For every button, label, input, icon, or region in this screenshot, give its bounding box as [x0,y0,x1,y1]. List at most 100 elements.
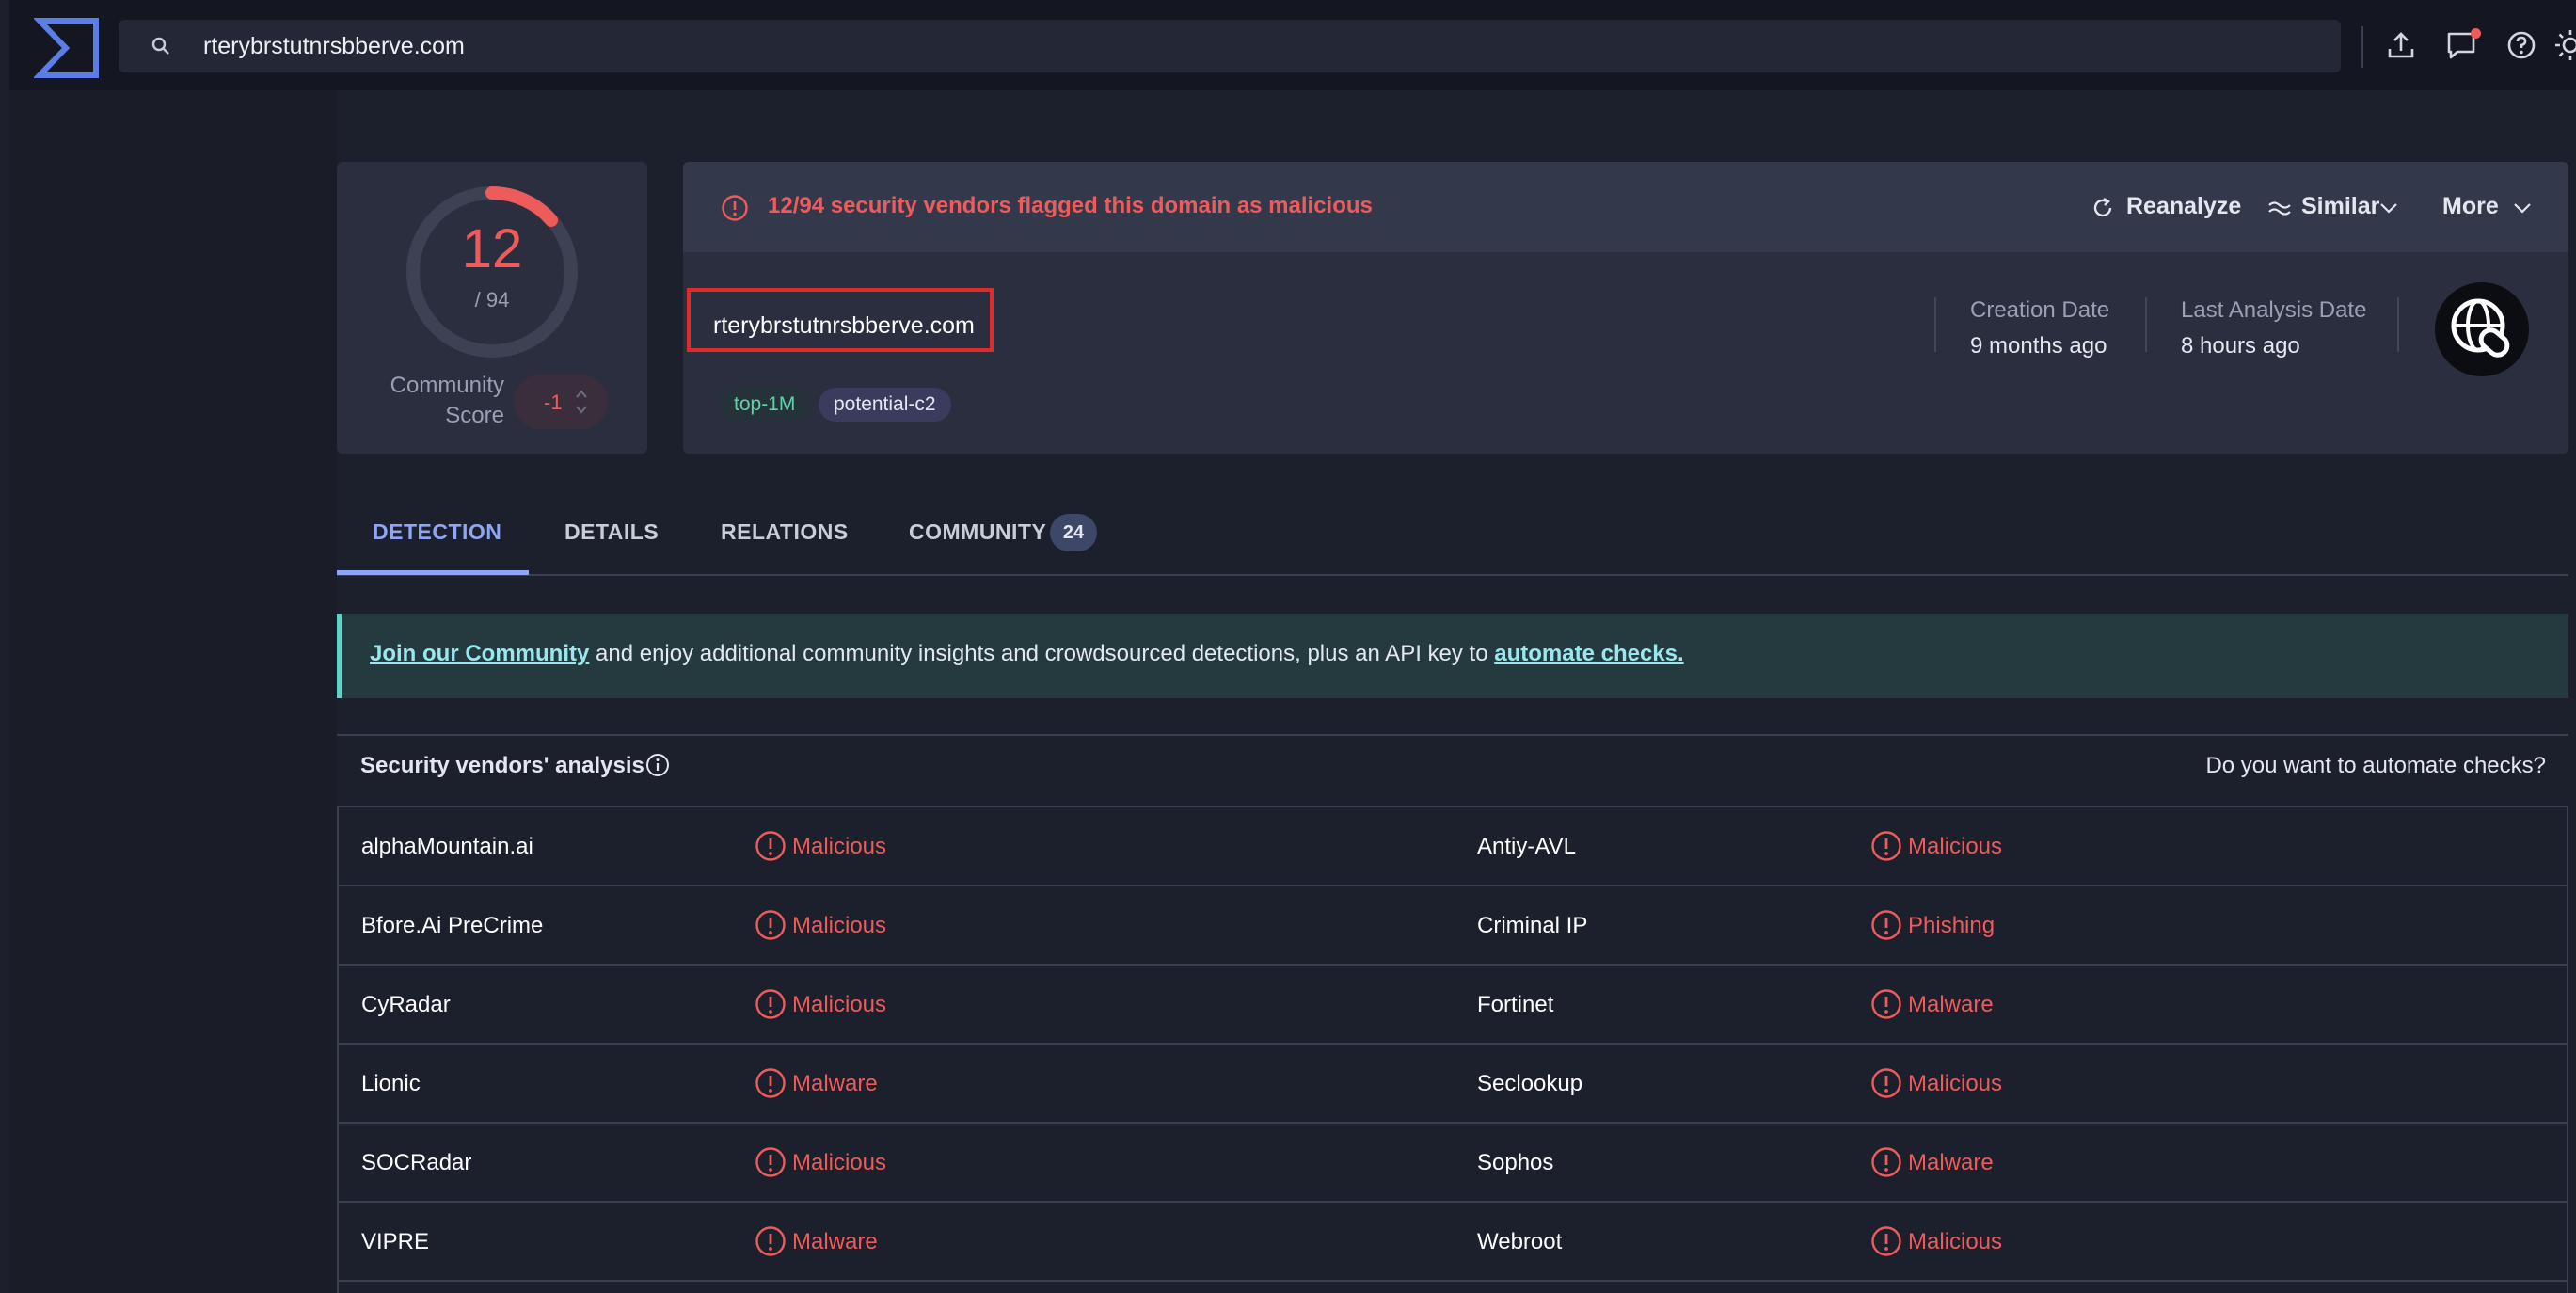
vendor-verdict: Malicious [1908,1071,2003,1096]
last-analysis-value: 8 hours ago [2181,333,2300,359]
vendor-name: Sophos [1477,1150,1554,1175]
alert-circle-icon [755,1067,787,1099]
similar-icon[interactable] [2267,196,2292,220]
vendor-verdict: Malware [1908,1150,1994,1175]
table-row: Bfore.Ai PreCrime Malicious Criminal IP Phi… [339,886,2567,966]
reanalyze-button[interactable]: Reanalyze [2126,193,2241,220]
vendor-verdict: Malware [792,1229,878,1254]
alert-circle-icon [755,988,787,1020]
community-score-label: Community Score [363,371,504,431]
join-community-banner: Join our Community and enjoy additional … [337,614,2568,698]
automate-checks-prompt[interactable]: Do you want to automate checks? [2205,753,2546,779]
creation-date-value: 9 months ago [1970,333,2107,359]
alert-circle-icon [722,195,748,221]
vendor-name: VIPRE [361,1229,430,1254]
alert-circle-icon [1870,909,1902,941]
vendor-name: Antiy-AVL [1477,834,1576,859]
left-sidebar-area [9,90,337,1293]
help-icon[interactable] [2504,28,2538,62]
search-input[interactable]: rterybrstutnrsbberve.com [203,33,465,60]
search-icon [151,37,169,55]
vote-arrows-icon[interactable] [574,386,589,418]
active-tab-indicator [337,570,529,575]
alert-circle-icon [1870,830,1902,862]
vendor-verdict: Phishing [1908,913,1996,938]
vendor-name: CyRadar [361,992,451,1017]
vendor-name: Seclookup [1477,1071,1583,1096]
alert-circle-icon [755,1225,787,1257]
community-count-badge: 24 [1050,514,1097,551]
alert-circle-icon [755,830,787,862]
automate-checks-link[interactable]: automate checks. [1494,641,1683,666]
similar-button[interactable]: Similar [2301,193,2379,220]
more-button[interactable]: More [2442,193,2499,220]
meta-divider [2397,297,2399,352]
alert-circle-icon [1870,1067,1902,1099]
notification-dot [2471,28,2481,39]
banner-text: Join our Community and enjoy additional … [370,641,1684,667]
domain-name: rterybrstutnrsbberve.com [713,312,975,339]
join-community-link[interactable]: Join our Community [370,641,589,666]
vendor-verdict: Malicious [792,992,887,1017]
tab-relations[interactable]: RELATIONS [721,519,849,545]
table-row: Lionic Malware Seclookup Malicious [339,1045,2567,1124]
community-score-pill[interactable]: -1 [514,375,608,429]
virustotal-logo-icon[interactable] [34,17,102,79]
vendor-verdict: Malicious [792,834,887,859]
vendor-verdict: Malicious [792,913,887,938]
meta-divider [2145,297,2147,352]
vendor-verdict: Malware [792,1071,878,1096]
alert-circle-icon [755,1146,787,1178]
reanalyze-icon[interactable] [2091,196,2115,220]
vendor-verdict: Malware [1908,992,1994,1017]
vendor-name: Fortinet [1477,992,1554,1017]
detection-count: 12 [461,218,523,279]
tag-potential-c2[interactable]: potential-c2 [819,388,951,422]
alert-bar: 12/94 security vendors flagged this doma… [683,162,2568,252]
community-label-line1: Community [390,373,504,398]
topbar-divider [2361,26,2363,68]
detection-score-card: 12 / 94 Community Score -1 [337,162,647,454]
tab-community[interactable]: COMMUNITY [909,519,1046,545]
vendor-verdict: Malicious [792,1150,887,1175]
info-icon[interactable] [645,753,670,777]
alert-circle-icon [1870,1146,1902,1178]
vendors-analysis-title: Security vendors' analysis [360,753,644,778]
domain-header-card: 12/94 security vendors flagged this doma… [683,162,2568,454]
tab-detection[interactable]: DETECTION [373,519,501,545]
vendor-name: Criminal IP [1477,913,1588,938]
similar-chevron-down-icon[interactable] [2377,196,2401,220]
upload-icon[interactable] [2384,28,2418,62]
table-row: SOCRadar Malicious Sophos Malware [339,1124,2567,1203]
alert-circle-icon [1870,1225,1902,1257]
table-row: CyRadar Malicious Fortinet Malware [339,966,2567,1045]
vendor-name: Bfore.Ai PreCrime [361,913,544,938]
alert-circle-icon [1870,988,1902,1020]
banner-middle-text: and enjoy additional community insights … [589,641,1495,666]
last-analysis-label: Last Analysis Date [2181,297,2367,323]
creation-date-label: Creation Date [1970,297,2110,323]
vendor-verdict: Malicious [1908,834,2003,859]
tab-details[interactable]: DETAILS [564,519,659,545]
vendors-table: alphaMountain.ai Malicious Antiy-AVL Malici… [337,806,2568,1293]
meta-divider [1934,297,1936,352]
vendor-name: Lionic [361,1071,421,1096]
top-bar: rterybrstutnrsbberve.com [9,0,2576,90]
table-row: alphaMountain.ai Malicious Antiy-AVL Malici… [339,807,2567,886]
tag-top-1m[interactable]: top-1M [719,388,811,422]
vendor-verdict: Malicious [1908,1229,2003,1254]
search-bar[interactable]: rterybrstutnrsbberve.com [119,20,2341,72]
section-divider [337,734,2568,736]
community-score-value: -1 [544,391,563,414]
vendor-name: Webroot [1477,1229,1563,1254]
table-row: VIPRE Malware Webroot Malicious [339,1203,2567,1282]
tab-bar: DETECTION DETAILS RELATIONS COMMUNITY 24 [337,489,2568,576]
community-label-line2: Score [445,403,504,428]
vendor-name: alphaMountain.ai [361,834,533,859]
alert-circle-icon [755,909,787,941]
vendor-name: SOCRadar [361,1150,472,1175]
globe-link-icon [2435,282,2529,376]
theme-sun-icon[interactable] [2553,28,2576,62]
more-chevron-down-icon[interactable] [2510,196,2535,220]
alert-message: 12/94 security vendors flagged this doma… [768,193,1373,218]
